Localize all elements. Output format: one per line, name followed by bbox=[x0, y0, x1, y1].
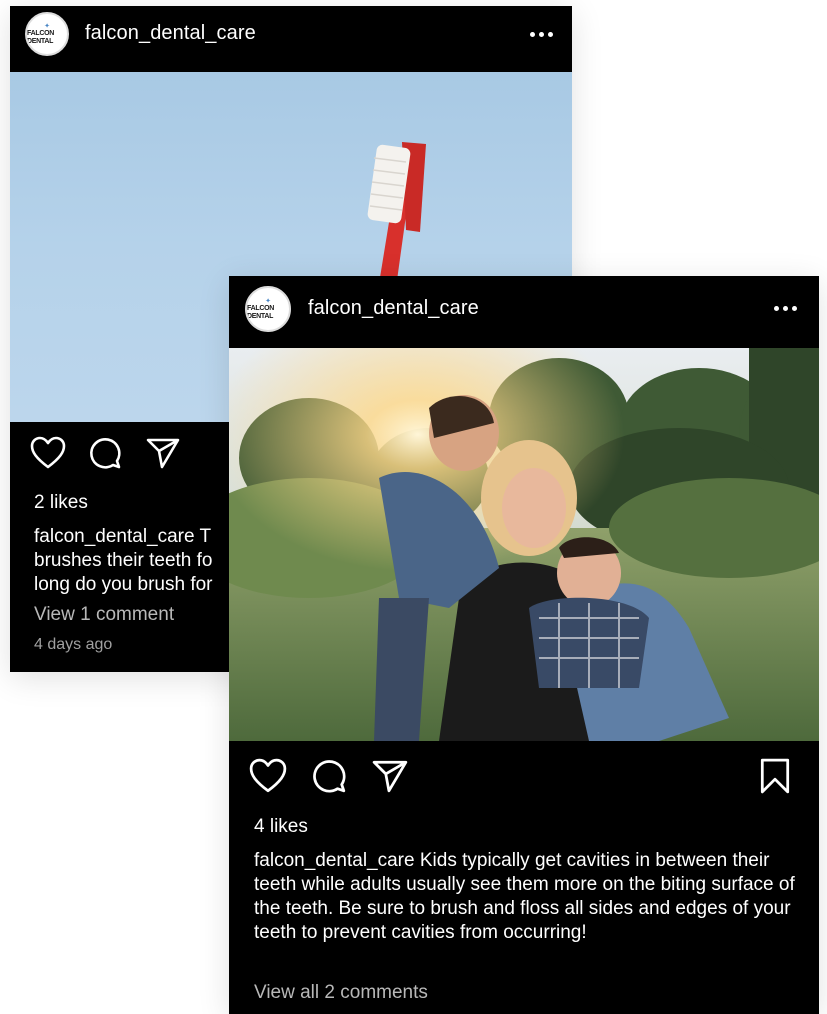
family-photo bbox=[229, 348, 819, 741]
tooth-icon: ✦ bbox=[265, 297, 271, 305]
bookmark-icon[interactable] bbox=[759, 758, 791, 794]
more-options-icon[interactable] bbox=[530, 29, 556, 39]
heart-icon[interactable] bbox=[249, 758, 287, 794]
post-header: ✦ FALCON DENTAL falcon_dental_care bbox=[10, 6, 572, 72]
tooth-icon: ✦ bbox=[44, 22, 50, 30]
comment-icon[interactable] bbox=[88, 436, 122, 470]
post-photo-family[interactable] bbox=[229, 348, 819, 741]
likes-count[interactable]: 4 likes bbox=[254, 816, 308, 838]
caption: falcon_dental_care Kids typically get ca… bbox=[254, 849, 799, 945]
send-icon[interactable] bbox=[372, 758, 408, 794]
view-comments-link[interactable]: View 1 comment bbox=[34, 604, 174, 626]
avatar[interactable]: ✦ FALCON DENTAL bbox=[25, 12, 69, 56]
action-bar bbox=[229, 758, 819, 800]
caption-username[interactable]: falcon_dental_care bbox=[254, 850, 415, 871]
likes-count[interactable]: 2 likes bbox=[34, 492, 88, 514]
avatar-logo-text: FALCON DENTAL bbox=[27, 29, 54, 45]
comment-icon[interactable] bbox=[311, 758, 347, 794]
avatar-logo-text: FALCON DENTAL bbox=[247, 304, 274, 320]
heart-icon[interactable] bbox=[30, 436, 66, 470]
send-icon[interactable] bbox=[146, 436, 180, 470]
username[interactable]: falcon_dental_care bbox=[85, 22, 256, 45]
timestamp: 4 days ago bbox=[34, 636, 113, 653]
avatar[interactable]: ✦ FALCON DENTAL bbox=[245, 286, 291, 332]
post-card-front: ✦ FALCON DENTAL falcon_dental_care 4 lik… bbox=[229, 276, 819, 1014]
username[interactable]: falcon_dental_care bbox=[308, 297, 479, 320]
more-options-icon[interactable] bbox=[774, 303, 800, 313]
post-header: ✦ FALCON DENTAL falcon_dental_care bbox=[229, 276, 819, 348]
view-comments-link[interactable]: View all 2 comments bbox=[254, 982, 428, 1004]
